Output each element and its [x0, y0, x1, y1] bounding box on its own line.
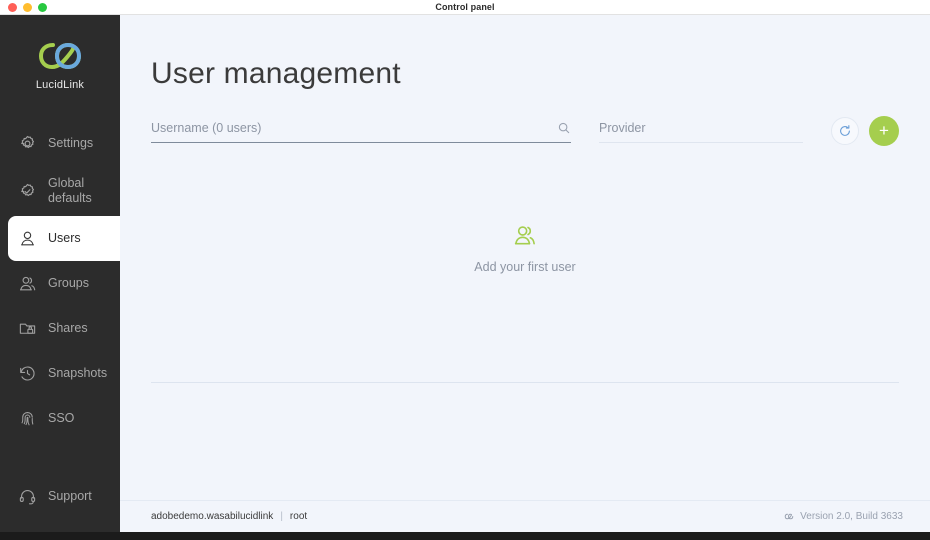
search-icon[interactable] [557, 121, 571, 135]
sidebar-item-groups[interactable]: Groups [0, 261, 120, 306]
sidebar-item-sso[interactable]: SSO [0, 396, 120, 441]
sidebar-item-label: Users [48, 231, 81, 246]
content-area: Add your first user [120, 143, 930, 500]
provider-label: Provider [599, 121, 646, 135]
sidebar-item-label: Global defaults [48, 176, 92, 205]
brand-name: LucidLink [35, 79, 85, 91]
sidebar-item-settings[interactable]: Settings [0, 121, 120, 166]
history-icon [18, 364, 37, 383]
status-bar-right: Version 2.0, Build 3633 [784, 511, 903, 522]
window-controls [0, 2, 47, 12]
sidebar-item-global-defaults[interactable]: Global defaults [0, 166, 120, 216]
window-body: LucidLink Settings Global defaults Users… [0, 15, 930, 532]
sidebar-item-support[interactable]: Support [0, 470, 120, 522]
search-field[interactable] [151, 121, 571, 143]
sidebar-item-shares[interactable]: Shares [0, 306, 120, 351]
sidebar-item-label: Support [48, 488, 92, 503]
sidebar-item-label: Groups [48, 276, 89, 291]
search-input[interactable] [151, 121, 557, 135]
refresh-button[interactable] [831, 117, 859, 145]
current-user: root [289, 511, 308, 522]
sidebar: LucidLink Settings Global defaults Users… [0, 15, 120, 532]
page-title: User management [151, 57, 401, 90]
toolbar-actions: + [831, 116, 899, 146]
sidebar-item-label: Snapshots [48, 366, 108, 381]
version-text: Version 2.0, Build 3633 [800, 511, 903, 522]
empty-state: Add your first user [120, 221, 930, 274]
sidebar-item-label: SSO [48, 411, 75, 426]
status-bar-left: adobedemo.wasabilucidlink | root [151, 511, 307, 522]
window-titlebar: Control panel [0, 0, 930, 15]
sidebar-nav: Settings Global defaults Users Groups Sh… [0, 121, 120, 441]
brand: LucidLink [0, 15, 120, 113]
minimize-button[interactable] [23, 2, 32, 12]
content-divider [151, 382, 899, 383]
sidebar-item-label: Shares [48, 321, 88, 336]
add-user-button[interactable]: + [869, 116, 899, 146]
refresh-icon [838, 124, 852, 138]
gear-check-icon [18, 182, 37, 201]
main-content: User management Provider [120, 15, 930, 532]
folder-lock-icon [18, 319, 37, 338]
lucidlink-logo-icon [37, 37, 83, 73]
lucidlink-mark-icon [784, 512, 795, 521]
users-icon [18, 274, 37, 293]
window-title: Control panel [435, 2, 495, 12]
control-panel-window: Control panel LucidLink Settings Global … [0, 0, 930, 532]
filespace-name: adobedemo.wasabilucidlink [151, 511, 274, 522]
user-icon [18, 229, 37, 248]
sidebar-item-label: Settings [48, 136, 94, 151]
toolbar: Provider + [120, 91, 930, 146]
empty-state-text: Add your first user [474, 260, 576, 274]
status-bar: adobedemo.wasabilucidlink | root Version… [120, 500, 930, 532]
sidebar-item-snapshots[interactable]: Snapshots [0, 351, 120, 396]
gear-icon [18, 134, 37, 153]
headset-icon [18, 487, 37, 506]
add-user-icon [511, 221, 539, 249]
fingerprint-icon [18, 409, 37, 428]
sidebar-item-users[interactable]: Users [8, 216, 120, 261]
maximize-button[interactable] [38, 2, 47, 12]
close-button[interactable] [8, 2, 17, 12]
status-separator: | [280, 511, 283, 522]
provider-select[interactable]: Provider [599, 121, 803, 143]
